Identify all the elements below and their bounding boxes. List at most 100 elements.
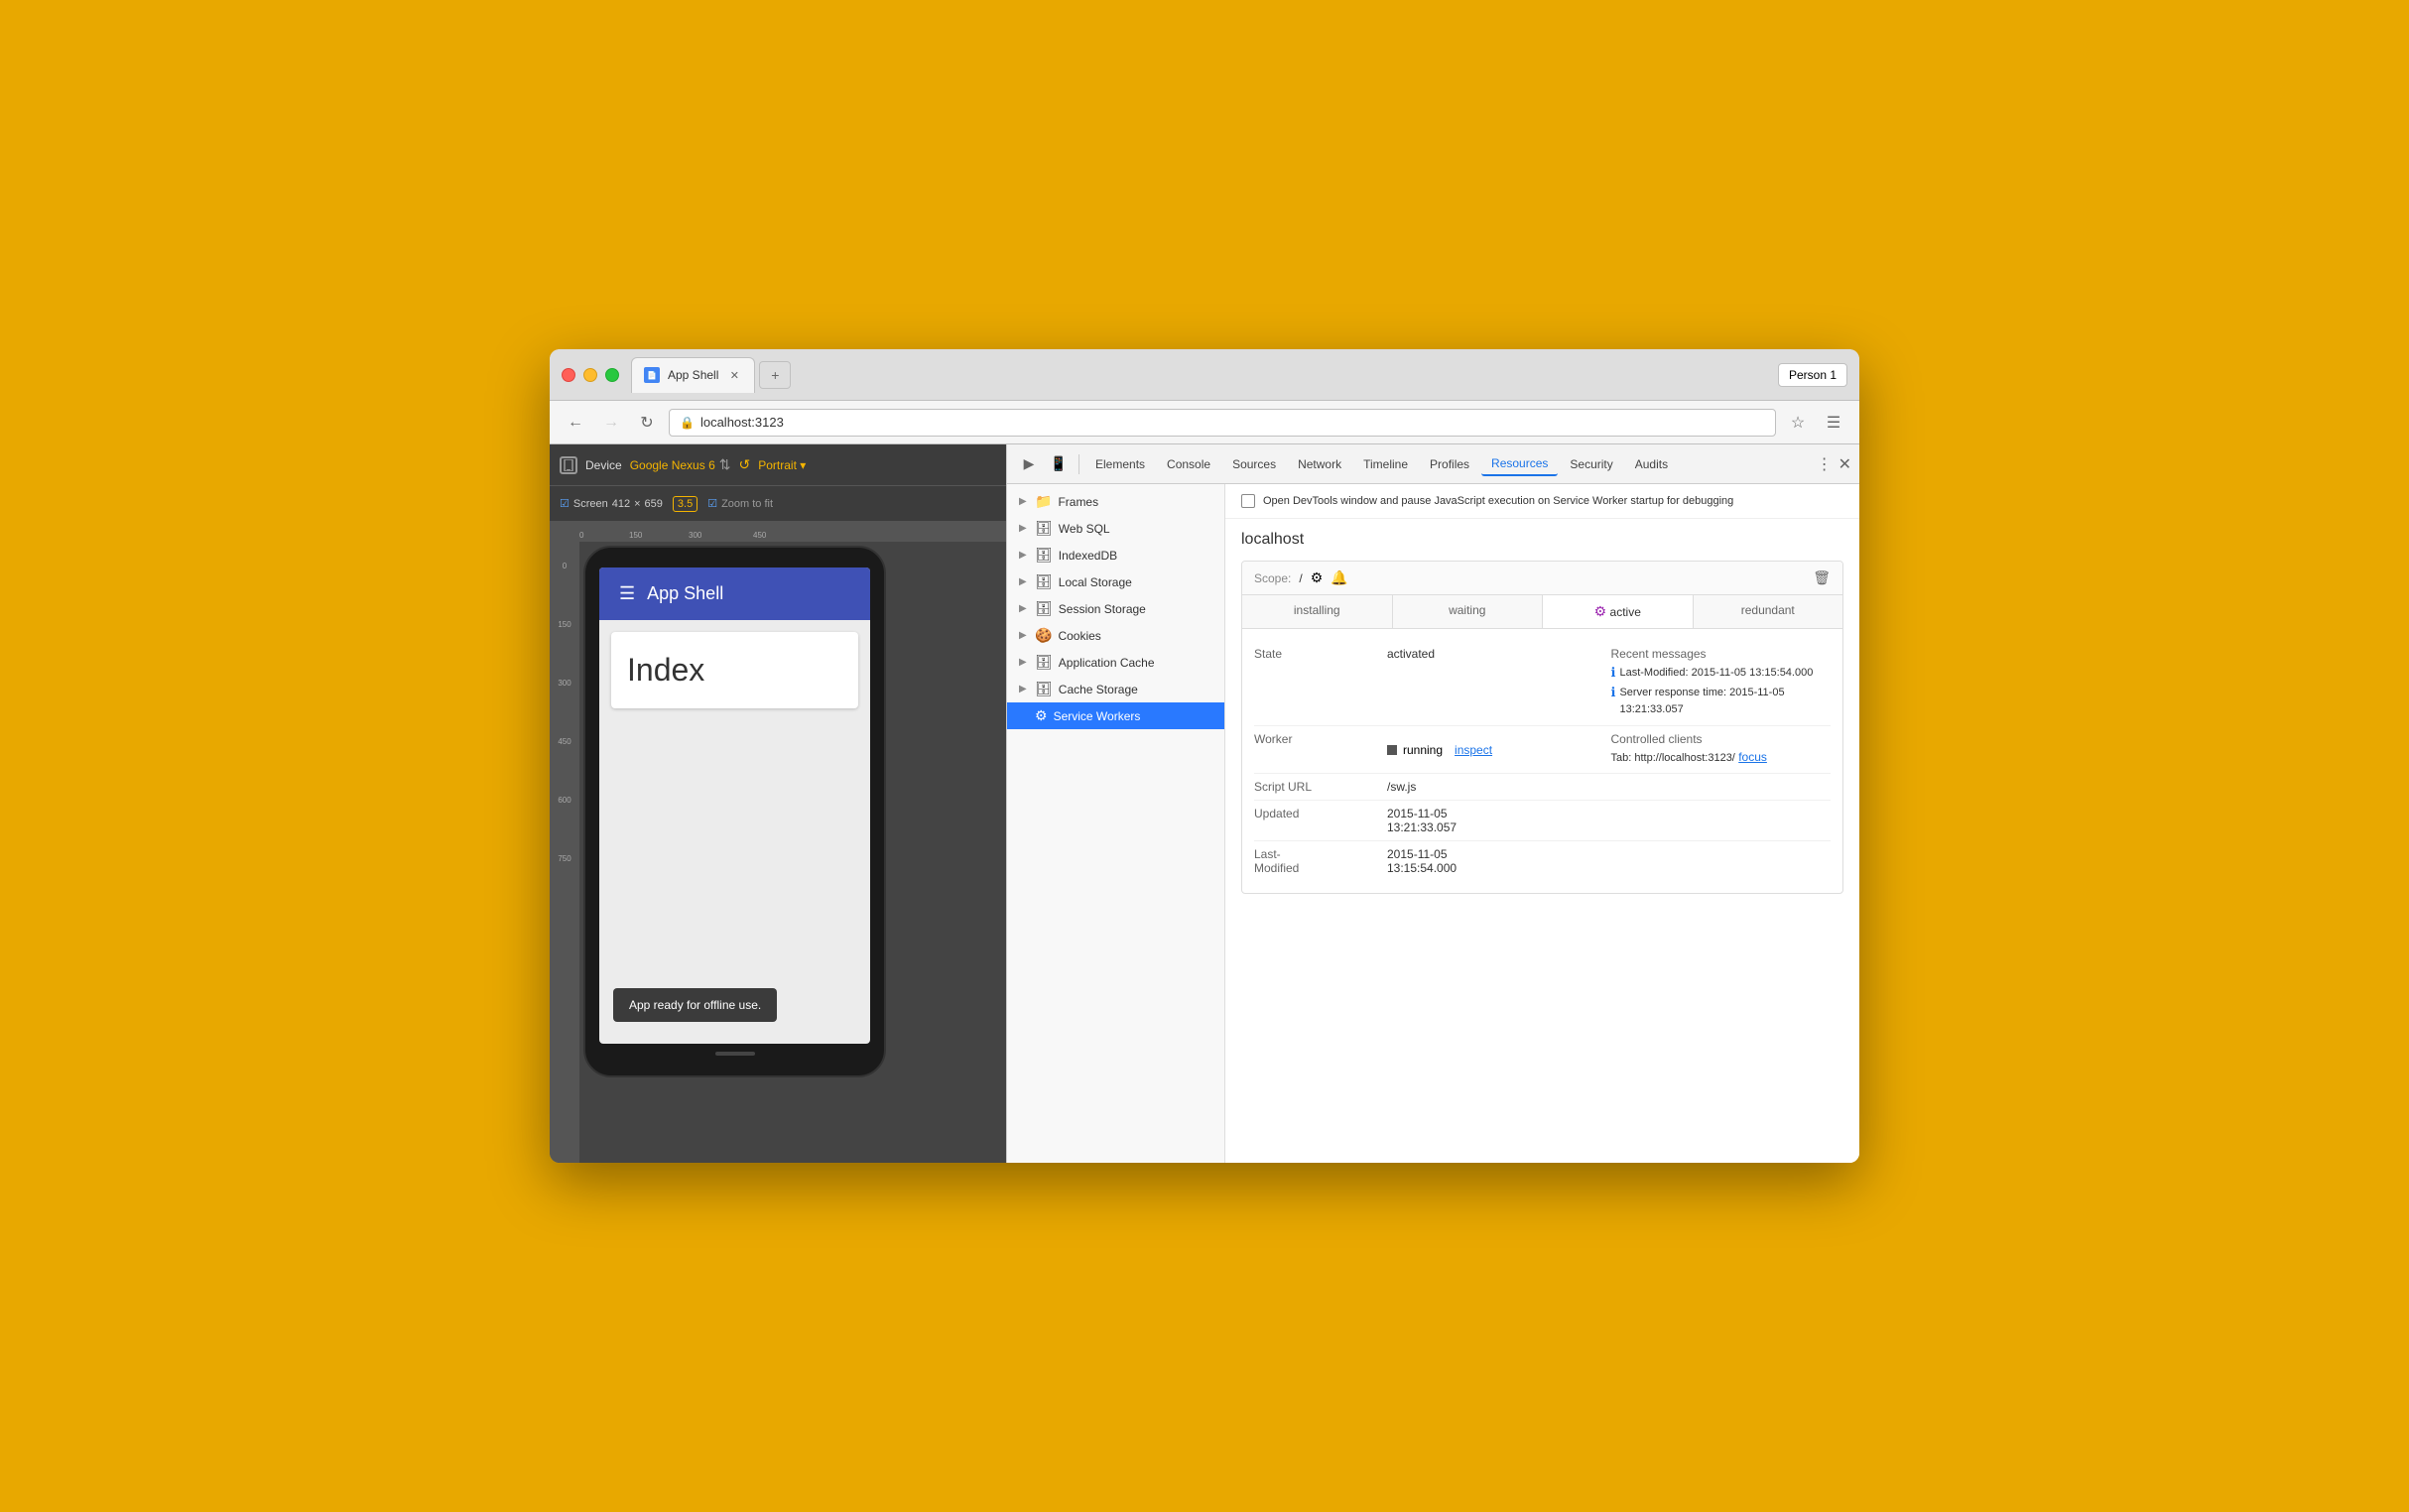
appcache-icon: 🗄 (1035, 654, 1053, 671)
ruler-left-mark-0: 0 (550, 562, 579, 570)
sw-host-title: localhost (1241, 531, 1843, 549)
sidebar-item-cachestorage[interactable]: ▶ 🗄 Cache Storage (1007, 676, 1224, 702)
refresh-button[interactable]: ↻ (633, 409, 661, 437)
ruler-left-mark-450: 450 (550, 737, 579, 746)
sw-focus-link[interactable]: focus (1738, 750, 1767, 764)
sw-tab-installing-label: installing (1294, 603, 1340, 617)
sw-notification-text: Open DevTools window and pause JavaScrip… (1263, 495, 1733, 507)
sw-info-icon-2: ℹ (1611, 685, 1616, 700)
sw-debug-checkbox[interactable] (1241, 494, 1255, 508)
sidebar-item-websql[interactable]: ▶ 🗄 Web SQL (1007, 515, 1224, 542)
index-text: Index (627, 652, 842, 689)
zoom-check-icon: ☑ (707, 497, 717, 510)
tab-console[interactable]: Console (1157, 453, 1220, 475)
close-button[interactable] (562, 368, 575, 382)
sidebar-item-sessionstorage[interactable]: ▶ 🗄 Session Storage (1007, 595, 1224, 622)
sw-stop-button[interactable] (1387, 745, 1397, 755)
mobile-icon-btn[interactable]: 📱 (1045, 450, 1073, 478)
websql-label: Web SQL (1059, 522, 1110, 536)
minimize-button[interactable] (583, 368, 597, 382)
sw-msg1-row: ℹ Last-Modified: 2015-11-05 13:15:54.000 (1611, 665, 1832, 683)
tab-network[interactable]: Network (1288, 453, 1351, 475)
tab-security[interactable]: Security (1560, 453, 1622, 475)
sw-gear-icon[interactable]: ⚙ (1311, 569, 1324, 586)
sw-delete-button[interactable]: 🗑 (1813, 569, 1831, 586)
sw-status-tabs: installing waiting ⚙ active (1242, 595, 1842, 629)
sidebar-item-serviceworkers[interactable]: ⚙ Service Workers (1007, 702, 1224, 729)
tab-favicon: 📄 (644, 367, 660, 383)
orientation-label: Portrait ▾ (758, 458, 806, 472)
cachestorage-icon: 🗄 (1035, 681, 1053, 697)
sw-scope-value: / (1299, 571, 1302, 585)
sw-msg2-row: ℹ Server response time: 2015-11-05 13:21… (1611, 685, 1832, 719)
screen-check-icon: ☑ (560, 497, 570, 510)
browser-window: 📄 App Shell ✕ + Person 1 ← → ↻ 🔒 localho… (550, 349, 1859, 1163)
sessionstorage-icon: 🗄 (1035, 600, 1053, 617)
appcache-arrow-icon: ▶ (1019, 657, 1029, 668)
address-bar[interactable]: 🔒 localhost:3123 (669, 409, 1776, 437)
sw-worker-status: running inspect (1387, 732, 1607, 768)
content-card: Index (611, 632, 858, 708)
rotate-button[interactable]: ↺ (738, 456, 750, 473)
forward-button[interactable]: → (597, 409, 625, 437)
frames-arrow-icon: ▶ (1019, 496, 1029, 507)
localstorage-label: Local Storage (1059, 575, 1132, 589)
lock-icon: 🔒 (680, 416, 695, 430)
sw-script-url: /sw.js (1387, 780, 1607, 794)
sw-controlled-clients-section: Controlled clients Tab: http://localhost… (1611, 732, 1832, 768)
sw-bell-icon[interactable]: 🔔 (1331, 569, 1347, 586)
tab-bar: 📄 App Shell ✕ + (631, 357, 1778, 393)
back-button[interactable]: ← (562, 409, 589, 437)
indexeddb-label: IndexedDB (1059, 549, 1117, 563)
screen-label: Screen (573, 498, 608, 510)
sw-inspect-link[interactable]: inspect (1455, 743, 1492, 757)
tab-timeline[interactable]: Timeline (1353, 453, 1418, 475)
cookies-icon: 🍪 (1035, 627, 1052, 644)
dpr-badge: 3.5 (673, 496, 697, 512)
tab-audits[interactable]: Audits (1625, 453, 1678, 475)
zoom-label: Zoom to fit (721, 498, 773, 510)
tab-close-button[interactable]: ✕ (726, 367, 742, 383)
devtools-panel: ▶ 📱 Elements Console Sources Network Tim… (1006, 444, 1859, 1163)
tab-profiles[interactable]: Profiles (1420, 453, 1479, 475)
app-title: App Shell (647, 583, 723, 604)
appcache-label: Application Cache (1059, 656, 1155, 670)
sidebar-item-indexeddb[interactable]: ▶ 🗄 IndexedDB (1007, 542, 1224, 568)
device-selector[interactable]: Google Nexus 6 ⇅ (630, 456, 731, 473)
more-tabs-button[interactable]: ⋮ (1817, 454, 1833, 474)
maximize-button[interactable] (605, 368, 619, 382)
new-tab-button[interactable]: + (759, 361, 791, 389)
active-tab[interactable]: 📄 App Shell ✕ (631, 357, 755, 393)
sw-tab-active-label: active (1610, 605, 1641, 619)
sessionstorage-label: Session Storage (1059, 602, 1146, 616)
snackbar-text: App ready for offline use. (629, 998, 761, 1012)
indexeddb-arrow-icon: ▶ (1019, 550, 1029, 561)
ruler-left: 0 150 300 450 600 750 (550, 522, 579, 1163)
resources-sidebar: ▶ 📁 Frames ▶ 🗄 Web SQL ▶ 🗄 IndexedDB (1007, 484, 1225, 1163)
person-button[interactable]: Person 1 (1778, 363, 1847, 387)
device-label: Device (585, 458, 622, 472)
sw-notification-bar: Open DevTools window and pause JavaScrip… (1225, 484, 1859, 519)
tab-elements[interactable]: Elements (1085, 453, 1155, 475)
sw-tab-installing[interactable]: installing (1242, 595, 1393, 628)
ruler-left-mark-750: 750 (550, 854, 579, 863)
sidebar-item-frames[interactable]: ▶ 📁 Frames (1007, 488, 1224, 515)
tab-resources[interactable]: Resources (1481, 452, 1558, 476)
sw-tab-active[interactable]: ⚙ active (1543, 595, 1694, 628)
cursor-icon-btn[interactable]: ▶ (1015, 450, 1043, 478)
sw-msg2-text: Server response time: 2015-11-05 13:21:3… (1619, 685, 1831, 719)
sidebar-item-appcache[interactable]: ▶ 🗄 Application Cache (1007, 649, 1224, 676)
devtools-close-button[interactable]: ✕ (1838, 454, 1851, 474)
bookmark-button[interactable]: ☆ (1784, 409, 1812, 437)
sw-tab-waiting[interactable]: waiting (1393, 595, 1544, 628)
sw-tab-redundant[interactable]: redundant (1694, 595, 1843, 628)
orientation-select[interactable]: Portrait ▾ (758, 458, 806, 472)
tab-sources[interactable]: Sources (1222, 453, 1286, 475)
device-toolbar: Device Google Nexus 6 ⇅ ↺ Portrait ▾ (550, 444, 1006, 486)
hamburger-icon: ☰ (619, 583, 635, 604)
sw-updated-row: Updated 2015-11-05 13:21:33.057 (1254, 801, 1831, 841)
sidebar-item-cookies[interactable]: ▶ 🍪 Cookies (1007, 622, 1224, 649)
menu-button[interactable]: ☰ (1820, 409, 1847, 437)
home-bar (715, 1052, 755, 1056)
sidebar-item-localstorage[interactable]: ▶ 🗄 Local Storage (1007, 568, 1224, 595)
